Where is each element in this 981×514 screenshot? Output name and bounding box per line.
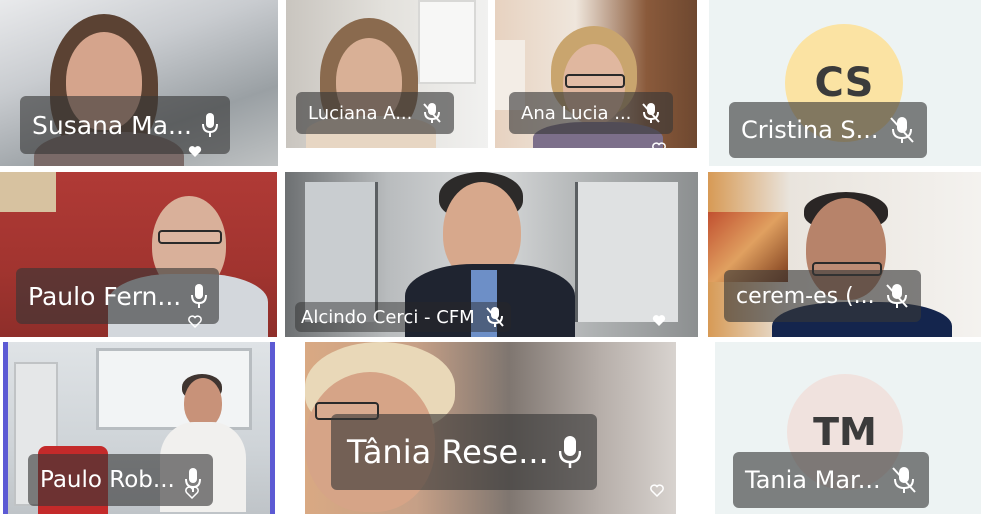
heart-icon[interactable] [187, 143, 203, 159]
participant-name-tag: Tânia Rese... [331, 414, 597, 490]
participant-tile-paulo-fern[interactable]: Paulo Fern... [0, 172, 277, 337]
participant-name: Tania Mar... [745, 466, 881, 494]
microphone-muted-icon [889, 116, 915, 144]
participant-name: Tânia Rese... [347, 433, 549, 471]
participant-name: cerem-es (... [736, 283, 875, 309]
heart-icon[interactable] [184, 484, 200, 500]
microphone-icon [191, 283, 208, 309]
microphone-muted-icon [422, 102, 442, 124]
heart-icon[interactable] [651, 312, 667, 328]
participant-name-tag: Cristina S... [729, 102, 927, 158]
avatar-initials: CS [814, 60, 874, 106]
participant-name: Cristina S... [741, 116, 879, 144]
participant-name: Alcindo Cerci - CFM [301, 306, 475, 328]
participant-name-tag: Tania Mar... [733, 452, 929, 508]
microphone-muted-icon [885, 283, 909, 309]
microphone-muted-icon [891, 466, 917, 494]
avatar-initials: TM [813, 410, 877, 454]
participant-tile-susana[interactable]: Susana Ma... [0, 0, 278, 166]
participant-tile-alcindo[interactable]: Alcindo Cerci - CFM [285, 172, 698, 337]
participant-tile-tania-mar[interactable]: TM Tania Mar... [715, 342, 981, 514]
participant-tile-tania-rese[interactable]: Tânia Rese... [305, 342, 676, 514]
participant-name-tag: cerem-es (... [724, 270, 921, 322]
participant-name: Susana Ma... [32, 110, 192, 140]
participant-tile-cerem-es[interactable]: cerem-es (... [708, 172, 981, 337]
video-grid: Susana Ma... Luciana A... Ana Lucia ... … [0, 0, 981, 514]
heart-icon[interactable] [649, 482, 665, 498]
participant-name-tag: Ana Lucia ... [509, 92, 674, 134]
heart-icon[interactable] [651, 140, 667, 148]
participant-name: Paulo Fern... [28, 281, 182, 311]
participant-name-tag: Alcindo Cerci - CFM [295, 302, 511, 332]
participant-tile-cristina[interactable]: CS Cristina S... [709, 0, 981, 166]
microphone-icon [558, 435, 581, 469]
heart-icon[interactable] [187, 313, 203, 329]
participant-name: Paulo Rob... [40, 467, 175, 493]
microphone-muted-icon [641, 102, 661, 124]
participant-tile-luciana[interactable]: Luciana A... [286, 0, 488, 148]
participant-tile-ana-lucia[interactable]: Ana Lucia ... [495, 0, 697, 148]
participant-name: Ana Lucia ... [521, 102, 632, 124]
microphone-icon [201, 112, 218, 138]
participant-tile-paulo-rob[interactable]: Paulo Rob... [3, 342, 275, 514]
participant-name-tag: Luciana A... [296, 92, 455, 134]
microphone-muted-icon [485, 306, 505, 328]
participant-name: Luciana A... [308, 102, 413, 124]
